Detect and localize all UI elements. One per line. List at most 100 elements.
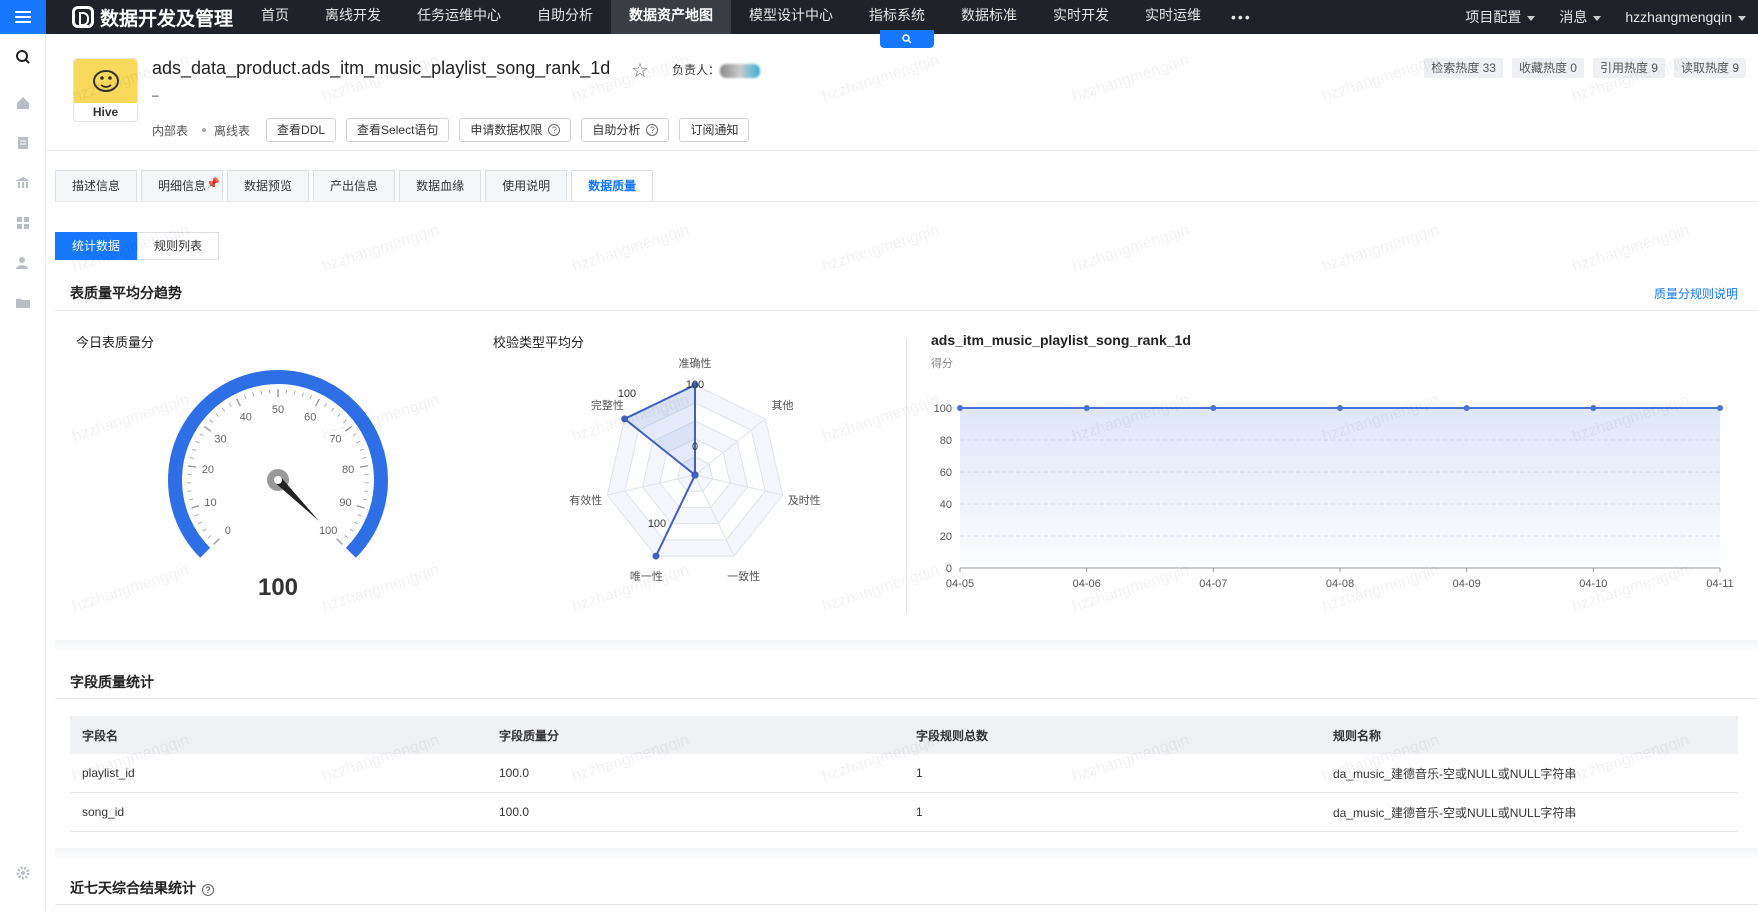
radar-value-label: 100 [618, 388, 636, 400]
action-button[interactable]: 申请数据权限? [459, 118, 572, 142]
nav-more-button[interactable]: ••• [1219, 9, 1264, 25]
gauge-tick [215, 413, 219, 417]
series-point [1210, 405, 1217, 411]
bank-icon[interactable] [14, 174, 32, 192]
gear-icon[interactable] [14, 864, 32, 882]
heat-badge: 检索热度 33 [1424, 58, 1503, 78]
gauge-chart: 0 10 20 30 40 50 60 70 80 90 100 100 [168, 370, 388, 600]
table-cell: 1 [916, 805, 923, 819]
gauge-tick [359, 448, 364, 451]
gauge-tick [356, 504, 365, 509]
gauge-tick-label: 0 [225, 525, 231, 537]
owner-info: 负责人： [672, 61, 761, 78]
separator-dot [202, 128, 207, 132]
tab-5[interactable]: 使用说明 [485, 170, 568, 202]
nav-item[interactable]: 模型设计中心 [731, 0, 851, 34]
nav-item[interactable]: 实时运维 [1127, 0, 1219, 34]
quality-subtabs: 统计数据 规则列表 [55, 232, 220, 260]
nav-right-item[interactable]: 消息 [1547, 7, 1613, 27]
gauge-tick [356, 440, 361, 444]
menu-toggle-button[interactable] [0, 0, 46, 34]
action-button-label: 申请数据权限 [470, 123, 543, 137]
chevron-down-icon [1738, 15, 1746, 21]
nav-right-item[interactable]: hzzhangmengqin [1613, 9, 1758, 25]
table-row[interactable]: playlist_id 100.0 1 da_music_建德音乐-空或NULL或NU… [70, 754, 1738, 793]
subtab[interactable]: 规则列表 [137, 232, 220, 260]
gauge-tick [331, 407, 335, 412]
tab-label: 描述信息 [72, 179, 121, 193]
gauge-tick-label: 50 [272, 404, 284, 416]
gauge-tick [309, 395, 312, 400]
table-row[interactable]: song_id 100.0 1 da_music_建德音乐-空或NULL或NULL字符… [70, 793, 1738, 832]
tab-1[interactable]: 明细信息 📌 [141, 170, 224, 202]
gauge-tick [189, 456, 194, 459]
tab-label: 数据预览 [244, 179, 293, 193]
user-settings-icon[interactable] [14, 254, 32, 272]
hamburger-icon [15, 16, 31, 18]
watermark: hzzhangmengqin [1320, 221, 1442, 276]
tab-6[interactable]: 数据质量 [571, 170, 654, 202]
tab-3[interactable]: 产出信息 [313, 170, 396, 202]
nav-right-item[interactable]: 项目配置 [1453, 7, 1547, 27]
asset-search-icon[interactable] [14, 48, 32, 66]
y-tick-label: 60 [940, 467, 952, 479]
nav-item[interactable]: 数据资产地图 [611, 0, 732, 34]
chevron-down-icon [1527, 15, 1536, 21]
favorite-star-icon[interactable]: ☆ [631, 58, 649, 83]
nav-item[interactable]: 任务运维中心 [399, 0, 519, 34]
tab-0[interactable]: 描述信息 [55, 170, 138, 202]
gauge-title: 今日表质量分 [76, 335, 155, 350]
nav-item[interactable]: 自助分析 [519, 0, 611, 34]
hive-logo-icon [74, 59, 137, 103]
home-icon[interactable] [14, 94, 32, 112]
gauge-tick [293, 390, 296, 395]
series-point [1463, 405, 1470, 411]
gauge-tick-label: 40 [240, 412, 252, 424]
action-button[interactable]: 订阅通知 [679, 118, 750, 142]
gauge-tick-label: 30 [214, 433, 226, 445]
folder-icon[interactable] [14, 294, 32, 312]
nav-item[interactable]: 首页 [243, 0, 307, 34]
nav-right: 项目配置 消息 hzzhangmengqin [1453, 0, 1758, 34]
gauge-tick [357, 514, 362, 517]
app-title: 数据开发及管理 [100, 8, 234, 30]
y-tick-label: 80 [940, 435, 952, 447]
gauge-tick [244, 395, 247, 400]
quality-rule-help-link[interactable]: 质量分规则说明 [1654, 285, 1738, 302]
series-point [1083, 405, 1090, 411]
trend-section-title: 表质量平均分趋势 [70, 285, 182, 301]
radar-value-label: 0 [692, 441, 698, 453]
tab-4[interactable]: 数据血缘 [399, 170, 482, 202]
action-button[interactable]: 查看DDL [266, 118, 337, 142]
gauge-tick [359, 465, 368, 468]
subtab[interactable]: 统计数据 [55, 232, 138, 260]
document-icon[interactable] [14, 134, 32, 152]
nav-item[interactable]: 实时开发 [1035, 0, 1127, 34]
tab-label: 产出信息 [330, 179, 379, 193]
radar-indicator-label: 有效性 [569, 493, 602, 507]
help-icon[interactable]: ? [202, 884, 214, 896]
gauge-tick [191, 504, 200, 509]
watermark: hzzhangmengqin [1070, 221, 1192, 276]
gauge-needle-cap [274, 476, 282, 484]
gauge-tick [301, 392, 304, 397]
gauge-tick-label: 90 [339, 497, 351, 509]
owner-avatar [720, 63, 761, 78]
action-button[interactable]: 查看Select语句 [346, 118, 450, 142]
gauge-tick [221, 407, 225, 412]
y-tick-label: 20 [940, 531, 952, 543]
action-button[interactable]: 自助分析? [581, 118, 670, 142]
radar-point [691, 471, 699, 479]
nav-item[interactable]: 离线开发 [307, 0, 399, 34]
nav-item[interactable]: 数据标准 [943, 0, 1035, 34]
search-toggle-button[interactable] [880, 30, 934, 48]
apps-icon[interactable] [14, 214, 32, 232]
column-header: 字段质量分 [499, 728, 560, 743]
app-brand[interactable]: 数据开发及管理 [72, 4, 233, 31]
x-tick-label: 04-07 [1199, 578, 1227, 590]
nav-item[interactable]: 指标系统 [851, 0, 943, 34]
gauge-tick [337, 413, 341, 417]
gauge-tick [209, 419, 214, 423]
tab-2[interactable]: 数据预览 [227, 170, 310, 202]
tab-label: 数据血缘 [416, 179, 465, 193]
